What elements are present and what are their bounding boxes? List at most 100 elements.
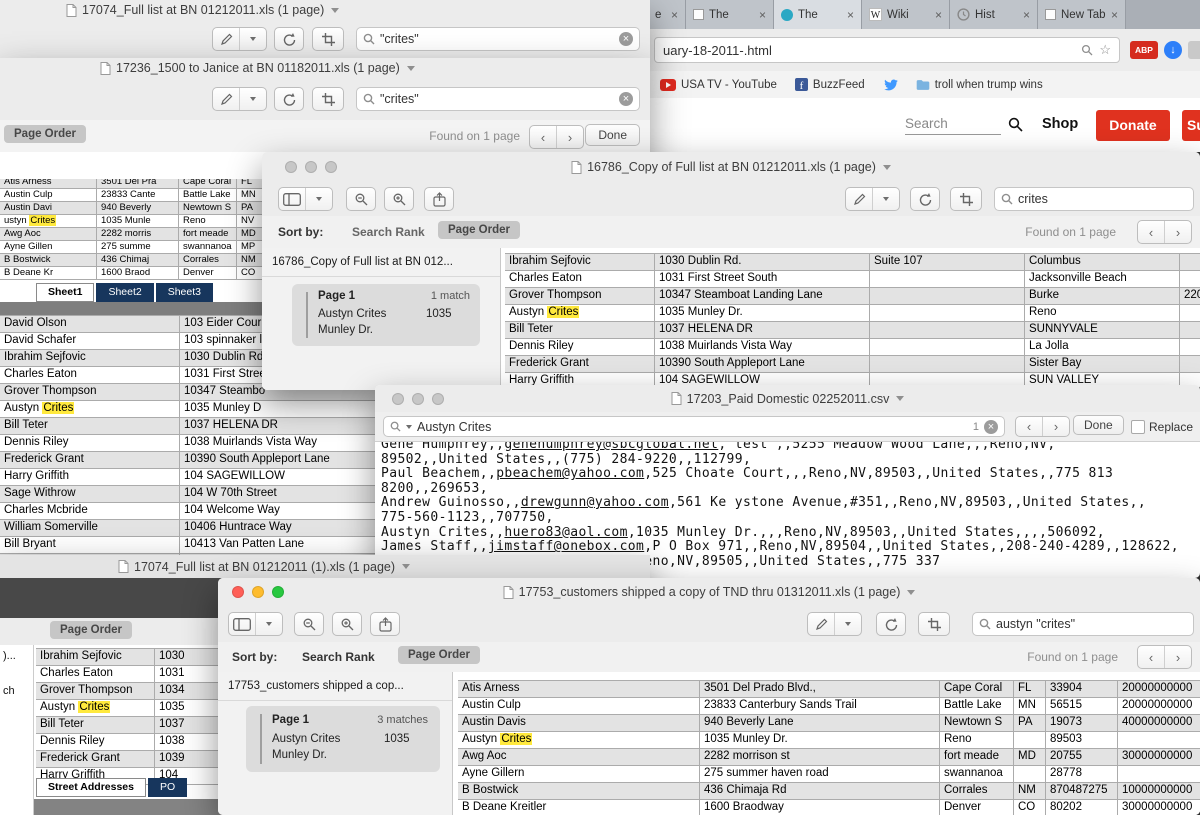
close-window-button[interactable] [285,161,297,173]
zoom-window-button[interactable] [272,586,284,598]
titlebar[interactable]: 17074_Full list at BN 01212011.xls (1 pa… [0,0,650,21]
view-dropdown[interactable] [255,613,282,635]
page-search-icon[interactable] [1081,44,1093,56]
bookmark-item[interactable] [883,78,898,91]
bookmark-star-icon[interactable]: ☆ [1099,42,1111,58]
crop-button[interactable] [312,87,344,111]
zoom-window-button[interactable] [432,392,444,405]
done-button[interactable]: Done [1073,415,1124,435]
preview-window-17753[interactable]: 17753_customers shipped a copy of TND th… [218,578,1200,815]
download-extension-button[interactable]: ↓ [1164,41,1182,59]
browser-tab[interactable]: W Wiki × [862,0,950,29]
adblock-extension-button[interactable]: ABP [1130,41,1158,59]
search-field[interactable]: "crites" × [356,87,640,111]
sheet-tab[interactable]: Sheet3 [155,283,213,302]
close-tab-icon[interactable]: × [935,9,942,21]
next-match-button[interactable]: › [1164,221,1191,243]
zoom-in-button[interactable] [332,612,362,636]
address-bar[interactable]: uary-18-2011-.html ☆ [654,37,1120,63]
search-match-card[interactable]: Page 1 3 matches Austyn Crites 1035 Munl… [246,706,440,772]
close-tab-icon[interactable]: × [1023,9,1030,21]
search-field[interactable]: crites [994,187,1194,211]
search-options-icon[interactable] [406,424,412,429]
next-match-button[interactable]: › [1042,417,1069,436]
rotate-button[interactable] [274,87,304,111]
prev-match-button[interactable]: ‹ [530,126,556,148]
close-tab-icon[interactable]: × [847,9,854,21]
crop-button[interactable] [918,612,950,636]
zoom-out-button[interactable] [294,612,324,636]
titlebar[interactable]: 17074_Full list at BN 01212011 (1).xls (… [0,555,650,579]
rotate-button[interactable] [910,187,940,211]
page-order-button[interactable]: Page Order [4,125,86,143]
prev-match-button[interactable]: ‹ [1138,646,1164,668]
sheet-tab[interactable]: PO [147,778,188,797]
preview-window-17074[interactable]: 17074_Full list at BN 01212011.xls (1 pa… [0,0,650,58]
site-search-icon[interactable] [1008,117,1023,132]
pencil-button[interactable] [808,613,834,635]
sort-page-order[interactable]: Page Order [50,621,132,639]
next-match-button[interactable]: › [1164,646,1191,668]
search-field[interactable]: austyn "crites" [972,612,1194,636]
rotate-button[interactable] [274,27,304,51]
sheet-tab[interactable]: Sheet1 [36,283,95,302]
extension-button[interactable] [1188,41,1200,59]
pencil-button[interactable] [213,88,239,110]
title-chevron-icon[interactable] [331,7,340,13]
bookmark-item[interactable]: f BuzzFeed [794,78,865,91]
title-chevron-icon[interactable] [406,65,415,71]
pencil-dropdown[interactable] [872,188,899,210]
browser-tab[interactable]: The × [686,0,774,29]
pencil-dropdown[interactable] [834,613,861,635]
zoom-window-button[interactable] [325,161,337,173]
close-tab-icon[interactable]: × [671,9,678,21]
shop-link[interactable]: Shop [1042,116,1078,132]
pencil-dropdown[interactable] [239,88,266,110]
sidebar-view-button[interactable] [229,613,255,635]
browser-tab[interactable]: New Tab × [1038,0,1126,29]
prev-match-button[interactable]: ‹ [1016,417,1042,436]
clear-search-icon[interactable]: × [984,419,998,434]
site-search-field[interactable]: Search [905,116,1001,135]
view-dropdown[interactable] [305,188,332,210]
title-chevron-icon[interactable] [882,164,891,170]
email-link[interactable]: pbeachem@yahoo.com [496,466,644,481]
titlebar[interactable]: 16786_Copy of Full list at BN 01212011.x… [262,152,1200,183]
minimize-window-button[interactable] [412,392,424,405]
browser-tab[interactable]: e × [648,0,686,29]
sort-search-rank[interactable]: Search Rank [352,225,425,239]
preview-window-16786[interactable]: 16786_Copy of Full list at BN 01212011.x… [262,152,1200,390]
clear-search-icon[interactable]: × [619,32,633,46]
sort-page-order[interactable]: Page Order [438,221,520,239]
browser-window[interactable]: e × The × The × W Wiki × Hist × New Tab × uary-18-20… [648,0,1200,152]
clear-search-icon[interactable]: × [619,92,633,106]
close-window-button[interactable] [392,392,404,405]
crop-button[interactable] [950,187,982,211]
pencil-button[interactable] [846,188,872,210]
crop-button[interactable] [312,27,344,51]
zoom-in-button[interactable] [384,187,414,211]
title-chevron-icon[interactable] [907,589,916,595]
replace-checkbox[interactable] [1131,420,1145,434]
sheet-tab[interactable]: Street Addresses [36,778,146,797]
sidebar-filename[interactable]: 17753_customers shipped a cop... [228,680,448,692]
sort-page-order[interactable]: Page Order [398,646,480,664]
email-link[interactable]: drewgunn@yahoo.com [521,495,669,511]
close-tab-icon[interactable]: × [759,9,766,21]
titlebar[interactable]: 17203_Paid Domestic 02252011.csv [375,385,1200,413]
pencil-dropdown[interactable] [239,28,266,50]
title-chevron-icon[interactable] [896,396,905,401]
bookmark-item[interactable]: troll when trump wins [916,79,1043,91]
next-match-button[interactable]: › [556,126,583,148]
sheet-tab[interactable]: Sheet2 [96,283,154,302]
title-chevron-icon[interactable] [402,564,411,569]
close-tab-icon[interactable]: × [1111,9,1118,21]
pencil-button[interactable] [213,28,239,50]
email-link[interactable]: jimstaff@onebox.com [488,539,644,554]
titlebar[interactable]: 17753_customers shipped a copy of TND th… [218,578,1200,607]
minimize-window-button[interactable] [305,161,317,173]
search-field[interactable]: "crites" × [356,27,640,51]
textedit-window-17203-csv[interactable]: Gene Humphrey,,genehumphrey@sbcglobal.ne… [375,385,1200,578]
rotate-button[interactable] [876,612,906,636]
donate-button[interactable]: Donate [1096,110,1170,141]
